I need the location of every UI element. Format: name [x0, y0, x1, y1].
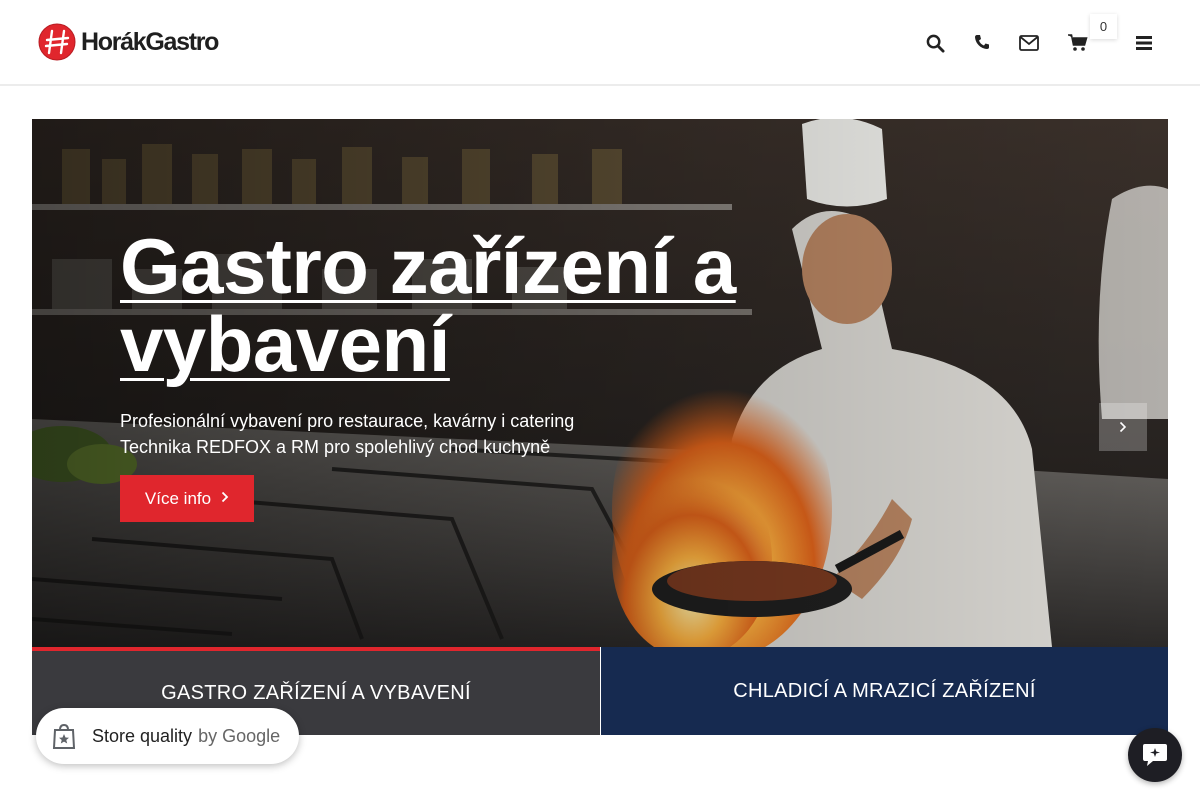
more-info-label: Více info [144, 488, 212, 508]
hero-subtitle-line1: Profesionální vybavení pro restaurace, k… [120, 411, 575, 431]
tab-label: GASTRO ZAŘÍZENÍ A VYBAVENÍ [161, 681, 471, 704]
hero-subtitle-line2: Technika REDFOX a RM pro spolehlivý chod… [120, 437, 551, 457]
phone-icon[interactable] [967, 27, 997, 57]
chat-icon [1143, 744, 1167, 766]
tab-refrigeration[interactable]: CHLADICÍ A MRAZICÍ ZAŘÍZENÍ [601, 647, 1168, 735]
logo-text: HorákGastro [81, 27, 219, 56]
cart-icon[interactable] [1063, 28, 1093, 58]
store-quality-suffix: by Google [198, 725, 281, 746]
slider-next-button[interactable] [1099, 403, 1147, 451]
chevron-right-icon [221, 490, 229, 508]
hero-title[interactable]: Gastro zařízení a vybavení [120, 227, 780, 383]
hero-slider: Gastro zařízení a vybavení Profesionální… [32, 119, 1168, 647]
tab-label: CHLADICÍ A MRAZICÍ ZAŘÍZENÍ [733, 679, 1036, 702]
hero-subtitle: Profesionální vybavení pro restaurace, k… [120, 408, 574, 460]
mail-icon[interactable] [1014, 28, 1044, 58]
chat-button[interactable] [1128, 728, 1182, 782]
menu-icon[interactable] [1129, 28, 1159, 58]
logo-icon [38, 23, 76, 61]
store-quality-label: Store quality [92, 725, 193, 746]
more-info-button[interactable]: Více info [120, 475, 254, 522]
cart-count-badge: 0 [1090, 14, 1117, 39]
store-quality-badge[interactable]: Store quality by Google [36, 708, 299, 764]
shopping-bag-icon [52, 723, 76, 749]
chevron-right-icon [1119, 421, 1127, 433]
site-header: HorákGastro 0 [0, 0, 1200, 86]
search-icon[interactable] [920, 28, 950, 58]
logo[interactable]: HorákGastro [38, 23, 219, 61]
